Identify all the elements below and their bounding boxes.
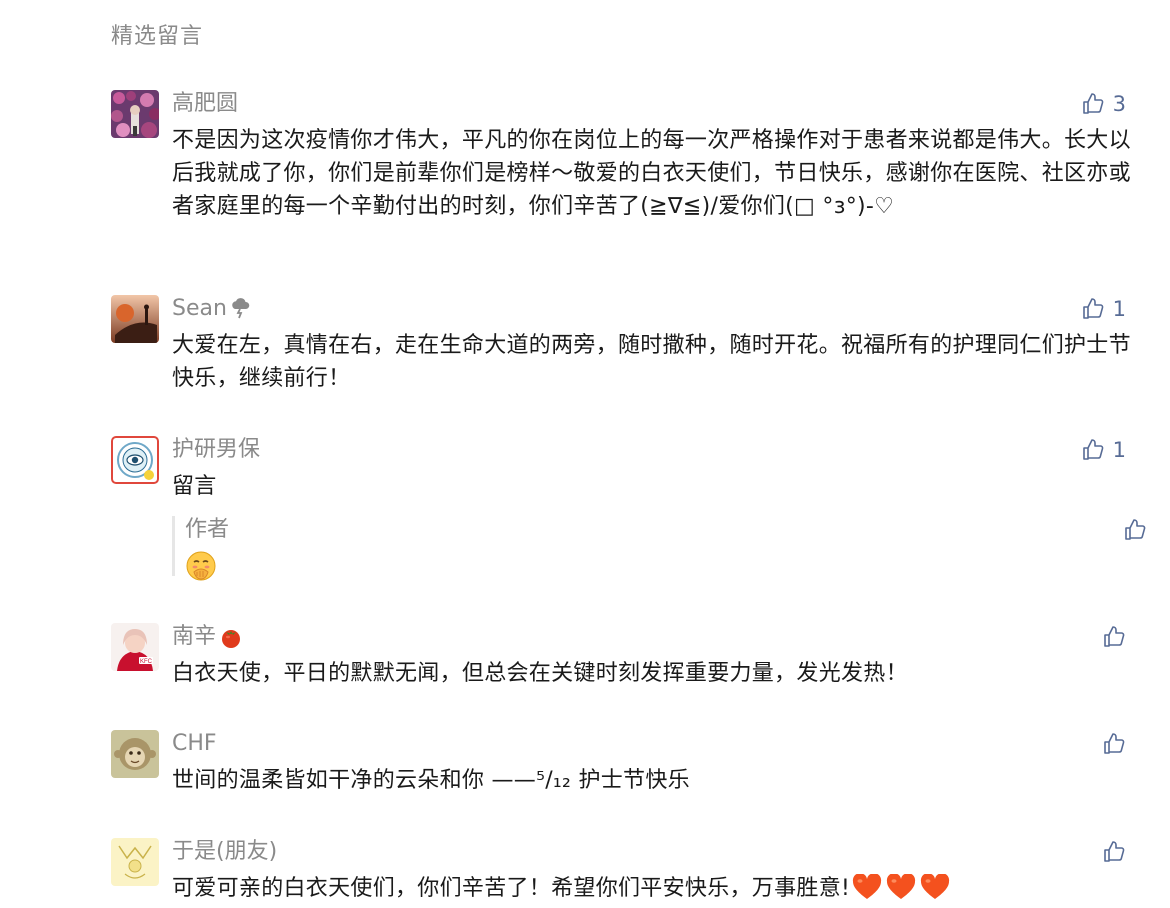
svg-text:KFC: KFC — [140, 659, 153, 665]
comment-nickname[interactable]: 护研男保 — [172, 436, 260, 464]
comment-nickname[interactable]: 于是(朋友) — [172, 838, 277, 866]
nickname-text: 高肥圆 — [172, 91, 239, 116]
nickname-text: 南辛 — [172, 624, 217, 649]
comment-item: 高肥圆 3 不是因为这次疫情你才伟大，平凡的你在岗位上的每一次严格操作对于患者来… — [111, 90, 1131, 260]
like-count: 1 — [1112, 438, 1126, 462]
tomato-emoji-icon — [219, 625, 243, 649]
like-button[interactable]: 1 — [1081, 436, 1126, 464]
comment-content-text: 可爱可亲的白衣天使们，你们辛苦了！希望你们平安快乐，万事胜意! — [172, 876, 851, 901]
comment-nickname[interactable]: CHF — [172, 730, 217, 758]
comment-item: CHF 世间的温柔皆如干净的云朵和你 ——⁵/₁₂ 护士节快乐 — [111, 730, 1131, 805]
like-button[interactable] — [1102, 838, 1126, 866]
avatar[interactable] — [111, 436, 159, 484]
comment-item: 护研男保 1 留言 作者 — [111, 436, 1146, 586]
avatar[interactable] — [111, 90, 159, 138]
comment-item: KFC 南辛 白衣天使，平日的默默无闻，但总会在关键时刻发挥重要力量，发光发热！ — [111, 623, 1131, 698]
comment-nickname[interactable]: 高肥圆 — [172, 90, 238, 118]
nickname-text: 护研男保 — [172, 437, 261, 462]
like-button[interactable] — [1102, 730, 1126, 758]
comment-item: 于是(朋友) 可爱可亲的白衣天使们，你们辛苦了！希望你们平安快乐，万事胜意! — [111, 838, 1131, 908]
like-button[interactable] — [1102, 623, 1126, 651]
comment-content: 白衣天使，平日的默默无闻，但总会在关键时刻发挥重要力量，发光发热！ — [172, 661, 908, 686]
avatar[interactable] — [111, 730, 159, 778]
thumbs-up-icon — [1082, 298, 1104, 319]
thumbs-up-icon — [1104, 733, 1125, 754]
orange-heart-emoji-icon — [853, 874, 882, 899]
reply-like-button[interactable] — [1123, 516, 1147, 544]
like-button[interactable]: 1 — [1081, 295, 1126, 323]
comment-nickname[interactable]: 南辛 — [172, 623, 243, 651]
avatar-sunset-rider-icon — [111, 295, 159, 343]
section-title: 精选留言 — [111, 24, 204, 49]
comment-content: 留言 — [172, 474, 217, 499]
author-reply: 作者 — [172, 516, 1147, 581]
face-with-hand-over-mouth-emoji-icon — [185, 550, 217, 582]
nickname-text: 于是(朋友) — [172, 839, 278, 864]
comment-item: Sean 1 大爱在左，真情在右，走在生命大道的两旁，随时撒种，随时开花。祝福所… — [111, 295, 1131, 405]
orange-heart-emoji-icon — [921, 874, 950, 899]
nickname-text: CHF — [172, 731, 217, 756]
avatar-yellow-doodle-icon — [111, 838, 159, 886]
like-button[interactable]: 3 — [1081, 90, 1126, 118]
avatar[interactable]: KFC — [111, 623, 159, 671]
avatar-eye-badge-icon — [111, 436, 159, 484]
orange-heart-emoji-icon — [887, 874, 916, 899]
avatar[interactable] — [111, 838, 159, 886]
thumbs-up-icon — [1082, 439, 1104, 460]
reply-author-label: 作者 — [185, 517, 230, 542]
comment-nickname[interactable]: Sean — [172, 295, 254, 323]
thumbs-up-icon — [1125, 519, 1146, 540]
comment-content: 世间的温柔皆如干净的云朵和你 ——⁵/₁₂ 护士节快乐 — [172, 768, 690, 793]
thumbs-up-icon — [1104, 626, 1125, 647]
avatar[interactable] — [111, 295, 159, 343]
like-count: 1 — [1112, 297, 1126, 321]
like-count: 3 — [1112, 92, 1126, 116]
hearts-group — [852, 874, 954, 900]
comment-content: 大爱在左，真情在右，走在生命大道的两旁，随时撒种，随时开花。祝福所有的护理同仁们… — [172, 333, 1131, 391]
avatar-flowers-icon — [111, 90, 159, 138]
thumbs-up-icon — [1082, 93, 1104, 114]
avatar-monkey-icon — [111, 730, 159, 778]
nickname-text: Sean — [172, 296, 227, 321]
avatar-kfc-girl-icon: KFC — [111, 623, 159, 671]
thumbs-up-icon — [1104, 841, 1125, 862]
comment-content: 可爱可亲的白衣天使们，你们辛苦了！希望你们平安快乐，万事胜意! — [172, 872, 1132, 905]
comment-content: 不是因为这次疫情你才伟大，平凡的你在岗位上的每一次严格操作对于患者来说都是伟大。… — [172, 128, 1131, 219]
storm-cloud-icon — [230, 297, 254, 321]
